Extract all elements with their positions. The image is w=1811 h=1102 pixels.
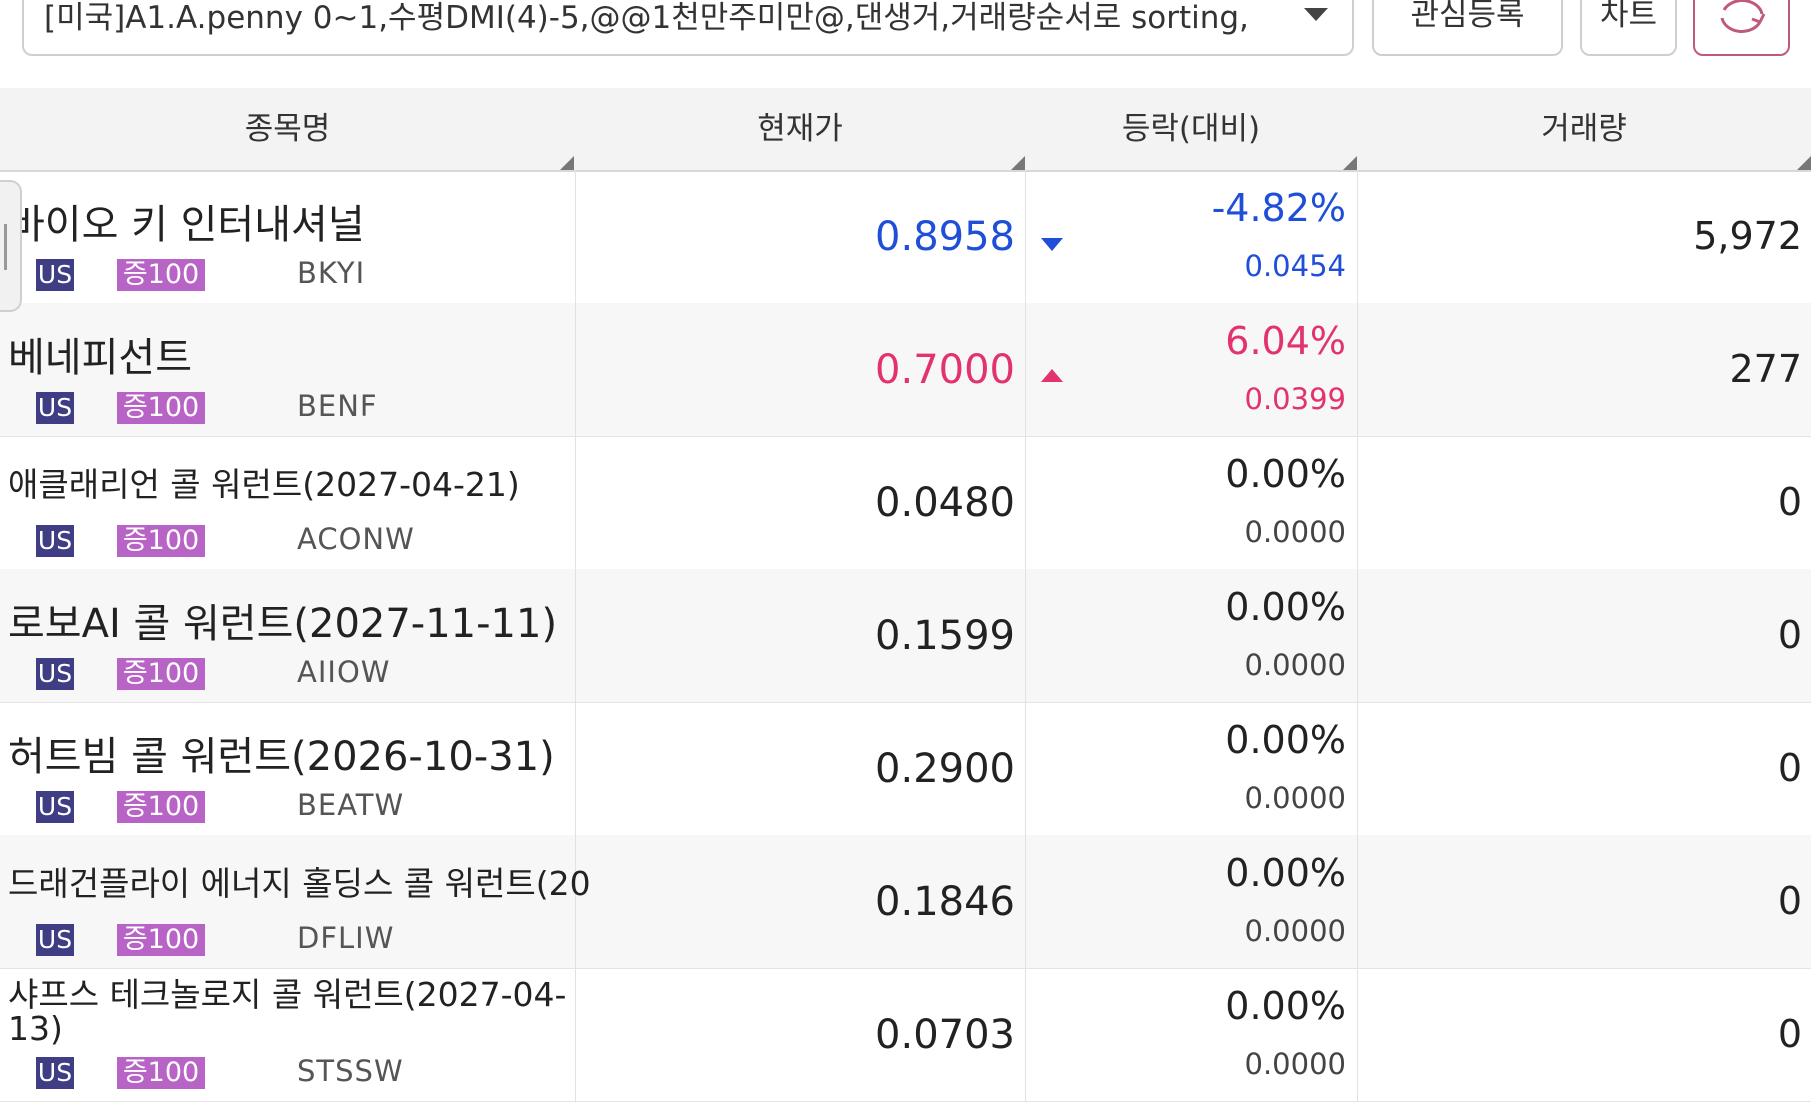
volume: 277 <box>1729 347 1802 391</box>
stock-name: 로보AI 콜 워런트(2027-11-11) <box>8 601 558 647</box>
ticker: BEATW <box>297 788 405 822</box>
ticker: BKYI <box>297 256 366 290</box>
refresh-icon <box>1720 0 1766 33</box>
change-amount: 0.0399 <box>1244 382 1346 416</box>
column-header-volume[interactable]: 거래량 <box>1357 88 1811 170</box>
market-badge: US <box>36 392 74 424</box>
ticker: ACONW <box>297 522 415 556</box>
volume: 0 <box>1777 1012 1802 1056</box>
table-row[interactable]: 바이오 키 인터내셔널 US 증100 BKYI 0.8958 -4.82% 0… <box>0 170 1811 304</box>
market-badge: US <box>36 525 74 557</box>
margin-badge: 증100 <box>117 1057 205 1089</box>
volume: 0 <box>1777 613 1802 657</box>
ticker: DFLIW <box>297 921 395 955</box>
volume: 0 <box>1777 480 1802 524</box>
current-price: 0.7000 <box>875 347 1015 393</box>
change-rate: -4.82% <box>1211 186 1346 230</box>
refresh-button[interactable] <box>1693 0 1790 56</box>
current-price: 0.1846 <box>875 879 1015 925</box>
condition-select[interactable]: [미국]A1.A.penny 0~1,수평DMI(4)-5,@@1천만주미만@,… <box>22 0 1354 56</box>
ticker: AIIOW <box>297 655 391 689</box>
current-price: 0.0480 <box>875 480 1015 526</box>
change-amount: 0.0000 <box>1244 1047 1346 1081</box>
chart-button[interactable]: 차트 <box>1580 0 1677 56</box>
change-rate: 0.00% <box>1225 718 1346 762</box>
table-row[interactable]: 드래건플라이 에너지 홀딩스 콜 워런트(20 US 증100 DFLIW 0.… <box>0 835 1811 969</box>
column-header-change[interactable]: 등락(대비) <box>1025 88 1357 170</box>
table-row[interactable]: 로보AI 콜 워런트(2027-11-11) US 증100 AIIOW 0.1… <box>0 569 1811 703</box>
table-row[interactable]: 베네피선트 US 증100 BENF 0.7000 6.04% 0.0399 2… <box>0 303 1811 437</box>
margin-badge: 증100 <box>117 525 205 557</box>
table-header: 종목명 현재가 등락(대비) 거래량 <box>0 88 1811 172</box>
ticker: BENF <box>297 389 378 423</box>
change-amount: 0.0000 <box>1244 914 1346 948</box>
sort-icon[interactable] <box>560 156 574 170</box>
change-rate: 0.00% <box>1225 851 1346 895</box>
watchlist-button[interactable]: 관심등록 <box>1372 0 1563 56</box>
change-amount: 0.0000 <box>1244 648 1346 682</box>
current-price: 0.0703 <box>875 1012 1015 1058</box>
market-badge: US <box>36 1057 74 1089</box>
market-badge: US <box>36 791 74 823</box>
margin-badge: 증100 <box>117 658 205 690</box>
chevron-down-icon[interactable] <box>1304 8 1328 21</box>
stock-name: 바이오 키 인터내셔널 <box>8 202 365 248</box>
market-badge: US <box>36 658 74 690</box>
stock-name: 샤프스 테크놀로지 콜 워런트(2027-04-13) <box>8 975 567 1048</box>
change-amount: 0.0454 <box>1244 249 1346 283</box>
current-price: 0.2900 <box>875 746 1015 792</box>
grip-icon <box>4 224 7 270</box>
change-rate: 0.00% <box>1225 585 1346 629</box>
change-rate: 6.04% <box>1225 319 1346 363</box>
current-price: 0.8958 <box>875 214 1015 260</box>
side-drawer-handle[interactable] <box>0 180 22 312</box>
top-toolbar: [미국]A1.A.penny 0~1,수평DMI(4)-5,@@1천만주미만@,… <box>0 0 1811 88</box>
margin-badge: 증100 <box>117 924 205 956</box>
market-badge: US <box>36 924 74 956</box>
table-row[interactable]: 애클래리언 콜 워런트(2027-04-21) US 증100 ACONW 0.… <box>0 436 1811 570</box>
change-rate: 0.00% <box>1225 452 1346 496</box>
column-header-name[interactable]: 종목명 <box>0 88 575 170</box>
table-row[interactable]: 허트빔 콜 워런트(2026-10-31) US 증100 BEATW 0.29… <box>0 702 1811 836</box>
change-rate: 0.00% <box>1225 984 1346 1028</box>
stock-name: 베네피선트 <box>8 335 192 381</box>
sort-active-icon[interactable] <box>1797 156 1811 170</box>
volume: 0 <box>1777 746 1802 790</box>
stock-name: 애클래리언 콜 워런트(2027-04-21) <box>8 465 520 504</box>
margin-badge: 증100 <box>117 259 205 291</box>
stock-name: 드래건플라이 에너지 홀딩스 콜 워런트(20 <box>8 864 591 903</box>
volume: 5,972 <box>1693 214 1802 258</box>
ticker: STSSW <box>297 1054 404 1088</box>
condition-select-value: [미국]A1.A.penny 0~1,수평DMI(4)-5,@@1천만주미만@,… <box>44 0 1249 36</box>
volume: 0 <box>1777 879 1802 923</box>
current-price: 0.1599 <box>875 613 1015 659</box>
column-header-price[interactable]: 현재가 <box>575 88 1025 170</box>
table-row[interactable]: 샤프스 테크놀로지 콜 워런트(2027-04-13) US 증100 STSS… <box>0 968 1811 1102</box>
sort-icon[interactable] <box>1011 156 1025 170</box>
change-amount: 0.0000 <box>1244 515 1346 549</box>
margin-badge: 증100 <box>117 392 205 424</box>
margin-badge: 증100 <box>117 791 205 823</box>
market-badge: US <box>36 259 74 291</box>
stock-name: 허트빔 콜 워런트(2026-10-31) <box>8 734 555 780</box>
change-amount: 0.0000 <box>1244 781 1346 815</box>
sort-icon[interactable] <box>1343 156 1357 170</box>
up-arrow-icon <box>1041 369 1063 382</box>
